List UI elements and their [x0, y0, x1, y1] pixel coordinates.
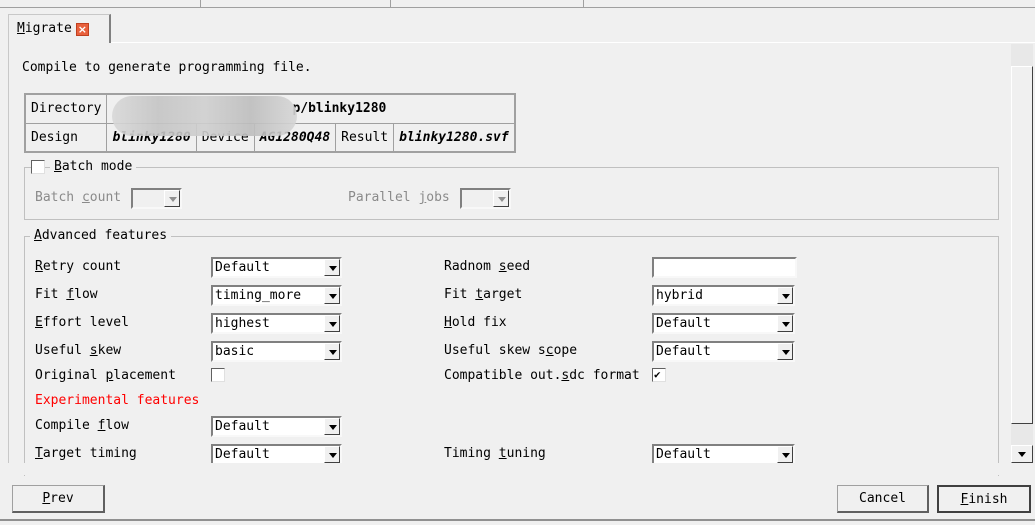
- field-label: Retry count: [35, 259, 122, 274]
- retry-count-select[interactable]: Default: [211, 257, 342, 278]
- chevron-down-icon: [777, 343, 793, 360]
- directory-label: Directory: [24, 93, 108, 124]
- field-label: Fit target: [444, 287, 523, 302]
- original-placement-checkbox[interactable]: [211, 368, 225, 382]
- hold-fix-select[interactable]: Default: [652, 313, 795, 334]
- chevron-down-icon: [493, 190, 509, 207]
- target-timing-select[interactable]: Default: [211, 444, 342, 465]
- useful-skew-scope-select[interactable]: Default: [652, 341, 795, 362]
- redacted-region: [112, 96, 297, 136]
- chevron-down-icon: [324, 343, 340, 360]
- field-label: Compile flow: [35, 418, 129, 433]
- field-label: Target timing: [35, 446, 137, 461]
- compile-flow-select[interactable]: Default: [211, 416, 342, 437]
- chevron-down-icon: [324, 259, 340, 276]
- fit-flow-select[interactable]: timing_more: [211, 285, 342, 306]
- tab-label: Migrate: [17, 21, 72, 36]
- chevron-down-icon: [324, 315, 340, 332]
- experimental-title: Experimental features: [35, 393, 200, 408]
- field-label: Radnom seed: [444, 259, 531, 274]
- chevron-down-icon: [777, 287, 793, 304]
- checkmark-icon compatible-out-sdc-format-checkbox[interactable]: ✔: [652, 368, 666, 382]
- chevron-down-icon: [777, 315, 793, 332]
- field-value: basic: [215, 344, 255, 359]
- field-label: Effort level: [35, 315, 129, 330]
- finish-button[interactable]: Finish: [937, 485, 1031, 513]
- fit-target-select[interactable]: hybrid: [652, 285, 795, 306]
- field-value: Default: [215, 419, 270, 434]
- result-value: blinky1280.svf: [393, 122, 516, 153]
- result-label: Result: [335, 122, 395, 153]
- vertical-scrollbar[interactable]: [1011, 44, 1033, 463]
- prev-button[interactable]: Prev: [12, 485, 105, 513]
- close-icon[interactable]: ×: [75, 23, 89, 36]
- field-label: Original placement: [35, 368, 176, 383]
- field-value: highest: [215, 316, 270, 331]
- design-label: Design: [24, 122, 108, 153]
- batch-mode-label: Batch mode: [50, 159, 137, 174]
- clip: [0, 463, 1035, 475]
- field-value: timing_more: [215, 288, 302, 303]
- field-label: Compatible out.sdc format: [444, 368, 640, 383]
- chevron-down-icon: [777, 446, 793, 463]
- arrow-down-icon: [1018, 452, 1026, 457]
- field-value: hybrid: [656, 288, 703, 303]
- batch-count-label: Batch count: [35, 190, 122, 205]
- cancel-button-label: Cancel: [859, 491, 906, 506]
- prev-button-label: Prev: [42, 491, 74, 506]
- field-label: Timing tuning: [444, 446, 546, 461]
- field-label: Hold fix: [444, 315, 507, 330]
- chevron-down-icon: [164, 190, 180, 207]
- effort-level-select[interactable]: highest: [211, 313, 342, 334]
- cancel-button[interactable]: Cancel: [837, 485, 929, 513]
- field-label: Useful skew scope: [444, 343, 578, 358]
- scroll-down-button[interactable]: [1011, 445, 1033, 463]
- top-panel-edge: [0, 0, 1035, 8]
- scrollbar-thumb[interactable]: [1011, 66, 1033, 424]
- bottom-divider: [0, 519, 1035, 521]
- radnom-seed-input[interactable]: [652, 257, 797, 278]
- useful-skew-select[interactable]: basic: [211, 341, 342, 362]
- tab-migrate[interactable]: Migrate ×: [8, 14, 111, 43]
- field-label: Useful skew: [35, 343, 122, 358]
- advanced-title: Advanced features: [30, 228, 172, 243]
- chevron-down-icon: [324, 446, 340, 463]
- parallel-jobs-label: Parallel jobs: [348, 190, 450, 205]
- parallel-jobs-select[interactable]: [460, 188, 511, 209]
- field-value: Default: [656, 316, 711, 331]
- field-value: Default: [215, 447, 270, 462]
- timing-tuning-select[interactable]: Default: [652, 444, 795, 465]
- batch-mode-checkbox[interactable]: [31, 160, 45, 174]
- field-label: Fit flow: [35, 287, 98, 302]
- field-value: Default: [656, 447, 711, 462]
- field-value: Default: [656, 344, 711, 359]
- finish-button-label: Finish: [960, 492, 1008, 507]
- chevron-down-icon: [324, 287, 340, 304]
- description: Compile to generate programming file.: [22, 60, 312, 75]
- batch-count-select[interactable]: [131, 188, 182, 209]
- chevron-down-icon: [324, 418, 340, 435]
- field-value: Default: [215, 260, 270, 275]
